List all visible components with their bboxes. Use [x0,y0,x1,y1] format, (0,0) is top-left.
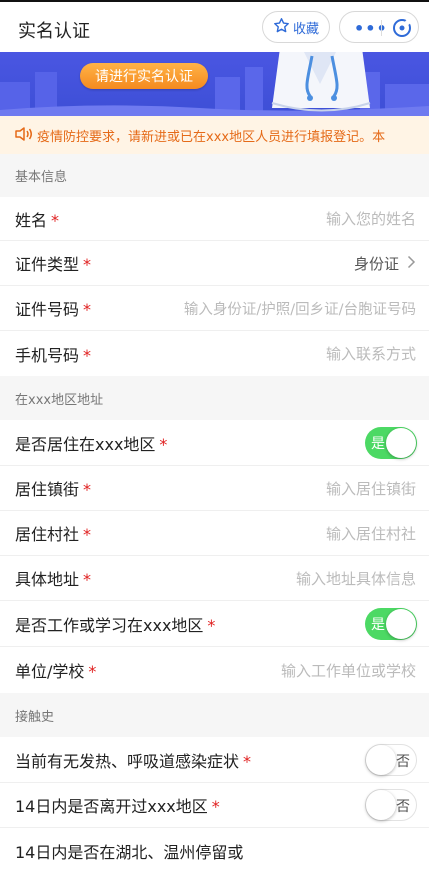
work-study-toggle-label: 是 [371,616,385,633]
phone-label: 手机号码 * [15,345,92,365]
symptoms-toggle-label: 否 [396,753,410,770]
street-label: 居住镇街 * [15,480,92,499]
reside-label: 是否居住在xxx地区 * [15,434,168,454]
id-number-field[interactable]: 证件号码 * 输入身份证/护照/回乡证/台胞证号码 [0,286,429,331]
required-mark: * [88,662,97,681]
star-icon [273,17,290,38]
verification-banner: 请进行实名认证 [0,52,429,116]
more-button[interactable]: ••• [354,19,388,38]
required-mark: * [243,751,252,771]
work-study-toggle-row: 是否工作或学习在xxx地区 * 是 [0,601,429,647]
required-mark: * [83,255,92,274]
doctor-illustration [271,52,371,112]
name-field[interactable]: 姓名 * 输入您的姓名 [0,197,429,241]
phone-placeholder: 输入联系方式 [325,345,416,363]
capsule-divider [381,20,382,36]
street-field[interactable]: 居住镇街 * 输入居住镇街 [0,466,429,511]
required-mark: * [83,570,92,589]
notice-bar: 疫情防控要求，请新进或已在xxx地区人员进行填报登记。本 [0,116,429,154]
required-mark: * [159,434,168,454]
left-area-label: 14日内是否离开过xxx地区 * [15,797,220,816]
left-area-toggle-row: 14日内是否离开过xxx地区 * 否 [0,783,429,828]
section-contact-history: 接触史 [0,693,429,737]
speaker-icon [15,126,33,145]
id-type-value: 身份证 [354,253,416,274]
village-field[interactable]: 居住村社 * 输入居住村社 [0,511,429,556]
address-field[interactable]: 具体地址 * 输入地址具体信息 [0,556,429,601]
verify-prompt-button[interactable]: 请进行实名认证 [80,63,208,89]
employer-placeholder: 输入工作单位或学校 [280,661,416,680]
section-address: 在xxx地区地址 [0,376,429,420]
close-icon[interactable] [392,18,412,42]
toggle-knob [366,744,396,775]
work-study-toggle[interactable]: 是 [365,607,417,640]
id-type-select[interactable]: 证件类型 * 身份证 [0,241,429,286]
address-placeholder: 输入地址具体信息 [295,569,416,588]
required-mark: * [83,525,92,544]
symptoms-toggle-row: 当前有无发热、呼吸道感染症状 * 否 [0,737,429,783]
village-placeholder: 输入居住村社 [325,524,416,543]
chevron-right-icon [407,255,416,273]
required-mark: * [211,797,220,816]
left-area-toggle-label: 否 [396,799,410,815]
address-label: 具体地址 * [15,570,92,589]
name-label: 姓名 * [15,210,60,230]
required-mark: * [83,480,92,499]
section-basic-info: 基本信息 [0,154,429,197]
page-title: 实名认证 [18,21,90,42]
id-number-placeholder: 输入身份证/护照/回乡证/台胞证号码 [183,301,416,318]
symptoms-label: 当前有无发热、呼吸道感染症状 * [15,751,252,771]
reside-toggle[interactable]: 是 [365,426,417,459]
phone-field[interactable]: 手机号码 * 输入联系方式 [0,331,429,376]
village-label: 居住村社 * [15,525,92,544]
symptoms-toggle[interactable]: 否 [365,743,417,776]
reside-toggle-label: 是 [371,435,385,452]
employer-label: 单位/学校 * [15,662,97,681]
required-mark: * [51,210,60,230]
work-study-label: 是否工作或学习在xxx地区 * [15,615,216,635]
left-area-toggle[interactable]: 否 [365,789,417,821]
street-placeholder: 输入居住镇街 [325,479,416,498]
notice-text: 疫情防控要求，请新进或已在xxx地区人员进行填报登记。本 [37,129,386,145]
id-type-label: 证件类型 * [15,255,92,274]
mini-program-capsule: ••• [339,11,419,43]
stay-label: 14日内是否在湖北、温州停留或 [15,842,244,862]
required-mark: * [83,300,92,319]
id-number-label: 证件号码 * [15,300,92,319]
name-placeholder: 输入您的姓名 [325,210,416,228]
employer-field[interactable]: 单位/学校 * 输入工作单位或学校 [0,647,429,693]
toggle-knob [366,790,396,820]
favorite-label: 收藏 [292,21,319,37]
reside-toggle-row: 是否居住在xxx地区 * 是 [0,420,429,466]
favorite-button[interactable]: 收藏 [262,11,330,43]
toggle-knob [386,427,416,458]
toggle-knob [386,608,416,639]
stay-question-row: 14日内是否在湖北、温州停留或 [0,828,429,873]
title-bar: 实名认证 收藏 ••• [0,0,429,52]
required-mark: * [207,615,216,635]
required-mark: * [83,345,92,365]
